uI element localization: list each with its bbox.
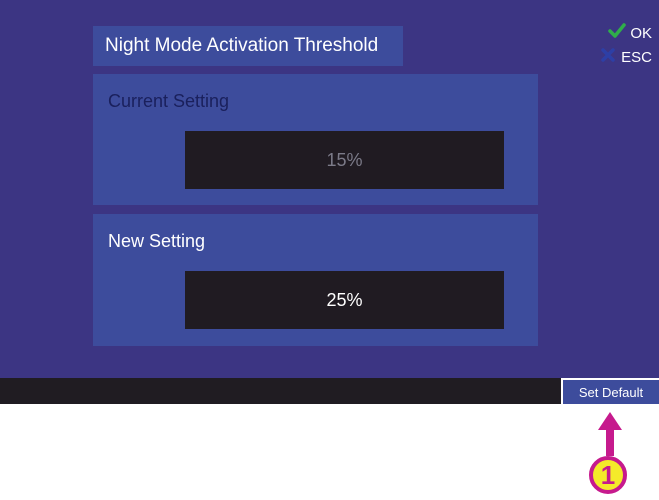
current-setting-panel: Current Setting 15% <box>93 74 538 205</box>
x-icon <box>599 47 617 67</box>
set-default-button[interactable]: Set Default <box>561 378 659 404</box>
settings-screen: Night Mode Activation Threshold OK ESC C… <box>0 0 659 378</box>
callout-number: 1 <box>600 459 616 490</box>
new-setting-label: New Setting <box>108 231 206 251</box>
current-setting-label: Current Setting <box>108 91 230 111</box>
current-setting-value-text: 15% <box>326 149 363 170</box>
callout-badge: 1 <box>589 456 627 494</box>
ok-button[interactable]: OK <box>608 23 652 43</box>
esc-button[interactable]: ESC <box>599 47 652 67</box>
check-icon <box>608 23 627 43</box>
new-setting-panel: New Setting 25% <box>93 214 538 346</box>
ok-label: OK <box>630 24 652 42</box>
bottom-bar: Set Default <box>0 378 659 404</box>
new-setting-value[interactable]: 25% <box>185 271 504 329</box>
page-title: Night Mode Activation Threshold <box>93 26 403 66</box>
callout-arrow-icon <box>590 408 630 463</box>
esc-label: ESC <box>621 48 652 66</box>
current-setting-value: 15% <box>185 131 504 189</box>
set-default-label: Set Default <box>578 384 644 400</box>
new-setting-value-text: 25% <box>326 289 363 310</box>
page-title-text: Night Mode Activation Threshold <box>105 35 379 56</box>
